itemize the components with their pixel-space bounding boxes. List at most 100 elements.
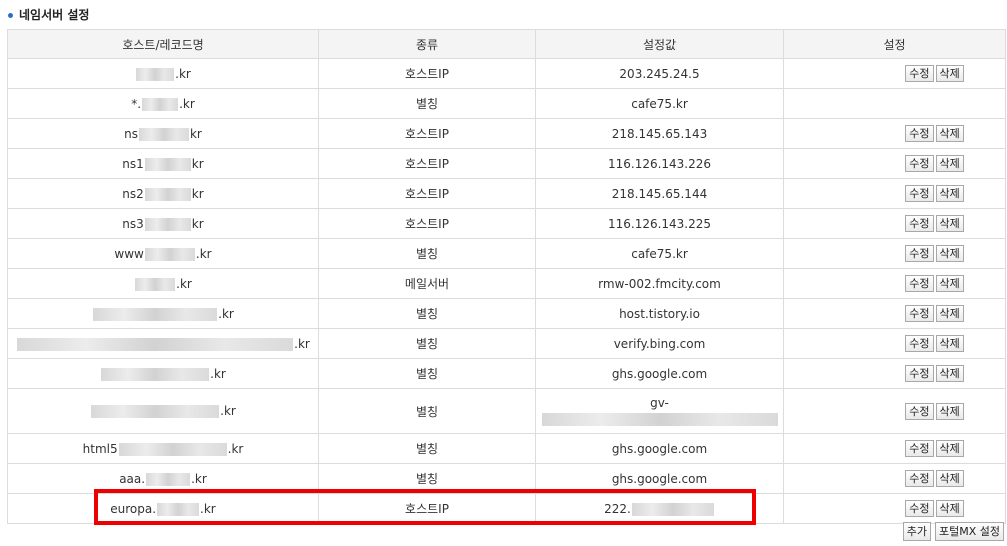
delete-button[interactable]: 삭제	[935, 500, 964, 517]
portal-mx-button[interactable]: 포털MX 설정	[934, 522, 1004, 541]
host-cell: ns2 kr	[7, 178, 319, 209]
edit-button[interactable]: 수정	[905, 365, 934, 382]
type-cell: 별칭	[318, 238, 536, 269]
type-cell: 별칭	[318, 388, 536, 434]
settings-cell: 수정 삭제	[783, 463, 1006, 494]
edit-button[interactable]: 수정	[905, 65, 934, 82]
add-button[interactable]: 추가	[902, 522, 931, 541]
edit-button[interactable]: 수정	[905, 500, 934, 517]
redacted-block	[138, 127, 189, 141]
edit-button[interactable]: 수정	[905, 215, 934, 232]
host-prefix: aaa.	[119, 471, 146, 486]
host-suffix: kr	[191, 216, 204, 231]
delete-button[interactable]: 삭제	[935, 155, 964, 172]
type-cell: 별칭	[318, 358, 536, 389]
host-suffix: kr	[191, 186, 204, 201]
redacted-block	[93, 307, 218, 321]
bottom-actions: 추가 포털MX 설정	[902, 522, 1005, 541]
value-cell: ghs.google.com	[535, 358, 784, 389]
value-cell: cafe75.kr	[535, 238, 784, 269]
host-prefix: html5	[82, 441, 118, 456]
host-suffix: .kr	[210, 366, 226, 381]
host-cell: .kr	[7, 358, 319, 389]
header-value: 설정값	[535, 29, 784, 59]
bullet-icon	[8, 12, 13, 18]
table-row: .kr 별칭 host.tistory.io 수정 삭제	[7, 298, 1006, 329]
host-cell: *. .kr	[7, 88, 319, 119]
delete-button[interactable]: 삭제	[935, 275, 964, 292]
delete-button[interactable]: 삭제	[935, 402, 964, 420]
host-cell: ns1 kr	[7, 148, 319, 179]
redacted-block	[146, 472, 191, 486]
edit-button[interactable]: 수정	[905, 440, 934, 457]
delete-button[interactable]: 삭제	[935, 440, 964, 457]
edit-button[interactable]: 수정	[905, 402, 934, 420]
host-cell: .kr	[7, 298, 319, 329]
host-cell: www .kr	[7, 238, 319, 269]
delete-button[interactable]: 삭제	[935, 185, 964, 202]
value-cell: ghs.google.com	[535, 463, 784, 494]
settings-cell: 수정 삭제	[783, 58, 1006, 89]
edit-button[interactable]: 수정	[905, 470, 934, 487]
settings-cell: 수정 삭제	[783, 148, 1006, 179]
type-cell: 호스트IP	[318, 58, 536, 89]
type-cell: 호스트IP	[318, 493, 536, 524]
value-cell: 218.145.65.144	[535, 178, 784, 209]
value-cell: host.tistory.io	[535, 298, 784, 329]
delete-button[interactable]: 삭제	[935, 305, 964, 322]
redacted-block	[144, 247, 195, 261]
edit-button[interactable]: 수정	[905, 245, 934, 262]
redacted-block	[142, 97, 179, 111]
host-suffix: .kr	[195, 246, 212, 261]
delete-button[interactable]: 삭제	[935, 335, 964, 352]
delete-button[interactable]: 삭제	[935, 65, 964, 82]
host-suffix: .kr	[294, 336, 310, 351]
redacted-block	[144, 157, 191, 171]
host-prefix: ns1	[122, 156, 144, 171]
host-suffix: .kr	[175, 66, 191, 81]
edit-button[interactable]: 수정	[905, 125, 934, 142]
redacted-block	[144, 217, 191, 231]
table-row: *. .kr 별칭 cafe75.kr	[7, 88, 1006, 119]
host-suffix: .kr	[179, 96, 195, 111]
redacted-block	[144, 187, 191, 201]
host-suffix: kr	[189, 126, 202, 141]
redacted-block	[101, 367, 210, 381]
delete-button[interactable]: 삭제	[935, 215, 964, 232]
settings-cell: 수정 삭제	[783, 388, 1006, 434]
edit-button[interactable]: 수정	[905, 275, 934, 292]
delete-button[interactable]: 삭제	[935, 245, 964, 262]
edit-button[interactable]: 수정	[905, 155, 934, 172]
edit-button[interactable]: 수정	[905, 305, 934, 322]
delete-button[interactable]: 삭제	[935, 470, 964, 487]
settings-cell: 수정 삭제	[783, 208, 1006, 239]
edit-button[interactable]: 수정	[905, 185, 934, 202]
redacted-block	[136, 67, 175, 81]
value-cell: 222.	[535, 493, 784, 524]
settings-cell: 수정 삭제	[783, 328, 1006, 359]
table-row-highlighted: europa. .kr 호스트IP 222. 수정 삭제	[7, 493, 1006, 524]
header-type: 종류	[318, 29, 536, 59]
table-row: .kr 별칭 gv- 수정 삭제	[7, 388, 1006, 434]
table-row: www .kr 별칭 cafe75.kr 수정 삭제	[7, 238, 1006, 269]
settings-cell: 수정 삭제	[783, 358, 1006, 389]
host-cell: .kr	[7, 328, 319, 359]
delete-button[interactable]: 삭제	[935, 125, 964, 142]
settings-cell: 수정 삭제	[783, 178, 1006, 209]
redacted-block	[17, 337, 294, 351]
redacted-block	[631, 502, 714, 516]
section-title-text: 네임서버 설정	[19, 8, 90, 22]
value-cell: ghs.google.com	[535, 433, 784, 464]
type-cell: 별칭	[318, 433, 536, 464]
nameserver-table: 호스트/레코드명 종류 설정값 설정 .kr 호스트IP 203.245.24.…	[7, 29, 1006, 524]
type-cell: 별칭	[318, 298, 536, 329]
value-cell: cafe75.kr	[535, 88, 784, 119]
edit-button[interactable]: 수정	[905, 335, 934, 352]
settings-cell: 수정 삭제	[783, 298, 1006, 329]
settings-cell: 수정 삭제	[783, 118, 1006, 149]
host-suffix: .kr	[227, 441, 244, 456]
type-cell: 메일서버	[318, 268, 536, 299]
section-title: 네임서버 설정	[8, 4, 89, 26]
table-row: ns2 kr 호스트IP 218.145.65.144 수정 삭제	[7, 178, 1006, 209]
delete-button[interactable]: 삭제	[935, 365, 964, 382]
